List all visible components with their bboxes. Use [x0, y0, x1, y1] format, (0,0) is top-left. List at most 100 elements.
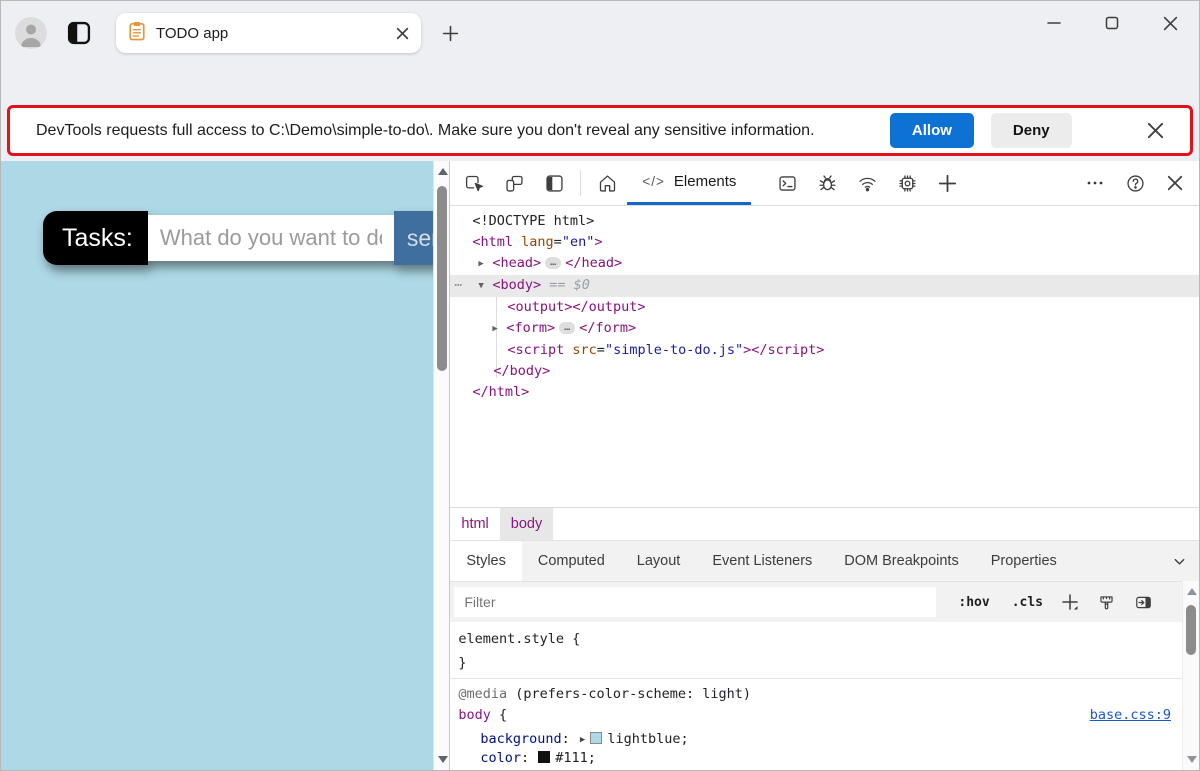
panel-tab-dom-breakpoints[interactable]: DOM Breakpoints — [828, 541, 974, 581]
dom-tree-row[interactable]: <script src="simple-to-do.js"></script> — [450, 340, 1199, 361]
workspaces-icon[interactable] — [65, 19, 93, 47]
style-rule-line[interactable]: @media (prefers-color-scheme: light) — [458, 684, 1199, 705]
dom-tree-row[interactable]: ⋯▼<body> == $0 — [450, 275, 1199, 297]
style-rule-line[interactable]: } — [458, 767, 1199, 770]
code-token: > — [594, 234, 602, 250]
panel-tab-computed[interactable]: Computed — [522, 541, 621, 581]
device-emulation-icon[interactable] — [494, 161, 534, 205]
scroll-up-icon[interactable] — [1187, 588, 1197, 595]
browser-window: TODO app — [0, 0, 1200, 771]
tab-close-icon[interactable] — [396, 27, 409, 40]
page-scrollbar-thumb[interactable] — [437, 186, 447, 371]
style-rule-line[interactable]: color: #111; — [458, 749, 1199, 767]
styles-scrollbar-thumb[interactable] — [1186, 605, 1196, 655]
breadcrumb-item-html[interactable]: html — [450, 508, 499, 540]
code-token: background — [480, 731, 561, 747]
network-wifi-icon[interactable] — [847, 161, 887, 205]
rendering-brush-icon[interactable] — [1097, 593, 1116, 612]
code-token: $0 — [574, 277, 590, 293]
tab-elements[interactable]: </> Elements — [627, 161, 751, 205]
dom-tree-row[interactable]: ▶<form>…</form> — [450, 318, 1199, 340]
minimize-icon[interactable] — [1025, 1, 1083, 45]
devtools-panel: </> Elements — [449, 161, 1199, 770]
expand-arrow-icon[interactable]: ▼ — [478, 276, 492, 297]
devtools-toolbar: </> Elements — [450, 161, 1199, 206]
code-token: "en" — [562, 234, 595, 250]
task-input[interactable] — [148, 215, 394, 261]
new-tab-plus-icon[interactable] — [437, 20, 463, 46]
notification-close-icon[interactable] — [1147, 122, 1164, 139]
window-close-icon[interactable] — [1141, 1, 1199, 45]
expand-arrow-icon[interactable]: ▶ — [492, 319, 506, 340]
code-token: == — [541, 277, 574, 293]
add-tools-plus-icon[interactable] — [927, 161, 967, 205]
toggle-sidebar-icon[interactable] — [1134, 593, 1153, 612]
bug-icon[interactable] — [807, 161, 847, 205]
devtools-more-icon[interactable] — [1075, 161, 1115, 205]
style-rule-line[interactable]: element.style { — [458, 627, 1199, 651]
inspect-icon[interactable] — [454, 161, 494, 205]
dom-tree-row[interactable]: </html> — [450, 382, 1199, 403]
dock-panel-icon[interactable] — [534, 161, 574, 205]
scroll-down-icon[interactable] — [1187, 756, 1197, 763]
scroll-up-icon[interactable] — [438, 168, 448, 175]
devtools-close-icon[interactable] — [1155, 161, 1195, 205]
styles-pane: element.style {} @media (prefers-color-sc… — [450, 622, 1199, 770]
panel-tab-styles[interactable]: Styles — [450, 541, 522, 581]
code-token: <script — [507, 342, 572, 358]
stylesheet-link[interactable]: base.css:9 — [1090, 705, 1171, 726]
new-style-rule-icon[interactable] — [1061, 593, 1079, 611]
styles-panel-tabs: StylesComputedLayoutEvent ListenersDOM B… — [450, 540, 1199, 582]
code-token: <html — [472, 234, 513, 250]
deny-button[interactable]: Deny — [991, 113, 1072, 148]
expand-arrow-icon[interactable]: ▶ — [478, 254, 492, 275]
clipboard-favicon-icon — [128, 21, 146, 46]
todo-page: Tasks: send — [1, 161, 433, 770]
chevron-down-icon[interactable] — [1172, 541, 1187, 581]
dom-tree-row[interactable]: ▶<head>…</head> — [450, 253, 1199, 275]
styles-scrollbar[interactable] — [1182, 581, 1199, 770]
scroll-down-icon[interactable] — [438, 756, 448, 763]
console-icon[interactable] — [767, 161, 807, 205]
devtools-permission-banner: DevTools requests full access to C:\Demo… — [7, 105, 1193, 156]
devtools-toolbar-right — [1075, 161, 1199, 205]
profile-avatar-icon[interactable] — [15, 17, 47, 49]
styles-filter-input[interactable] — [454, 587, 936, 617]
style-rule-line[interactable]: background: ▶lightblue; — [458, 730, 1199, 749]
code-token: (prefers-color-scheme: light) — [507, 686, 751, 702]
dom-tree-row[interactable]: <html lang="en"> — [450, 232, 1199, 253]
dom-tree-row[interactable]: <output></output> — [450, 297, 1199, 318]
style-rule-line[interactable]: body {base.css:9 — [458, 705, 1199, 726]
tasks-label: Tasks: — [43, 211, 148, 265]
code-token — [538, 751, 550, 763]
panel-tab-layout[interactable]: Layout — [621, 541, 697, 581]
code-token: color — [480, 750, 521, 766]
notification-zone: DevTools requests full access to C:\Demo… — [1, 101, 1199, 161]
panel-tab-event-listeners[interactable]: Event Listeners — [696, 541, 828, 581]
pseudo-state-toggle[interactable]: :hov — [958, 595, 989, 610]
elements-tab-label: Elements — [674, 173, 737, 190]
page-scrollbar[interactable] — [433, 161, 449, 770]
style-rule-block: element.style {} — [450, 622, 1199, 679]
address-toolbar: File | C:/Demo/simple-to-do/index.html A — [1, 57, 1199, 101]
home-icon[interactable] — [587, 161, 627, 205]
allow-button[interactable]: Allow — [890, 113, 974, 148]
code-token: … — [545, 257, 561, 269]
dom-tree-row[interactable]: </body> — [450, 361, 1199, 382]
code-token: : — [521, 750, 537, 766]
performance-chip-icon[interactable] — [887, 161, 927, 205]
code-token: src — [572, 342, 596, 358]
code-token — [590, 732, 602, 744]
browser-tab[interactable]: TODO app — [116, 13, 421, 53]
dom-tree-row[interactable]: <!DOCTYPE html> — [450, 211, 1199, 232]
maximize-icon[interactable] — [1083, 1, 1141, 45]
code-token: </head> — [565, 255, 622, 271]
node-menu-ellipsis-icon[interactable]: ⋯ — [454, 275, 462, 296]
help-icon[interactable] — [1115, 161, 1155, 205]
style-rule-line[interactable]: } — [458, 651, 1199, 675]
class-toggle[interactable]: .cls — [1012, 595, 1043, 610]
code-token: </body> — [493, 363, 550, 379]
breadcrumb-item-body[interactable]: body — [500, 508, 553, 540]
toolbar-divider — [580, 170, 581, 196]
panel-tab-properties[interactable]: Properties — [975, 541, 1073, 581]
